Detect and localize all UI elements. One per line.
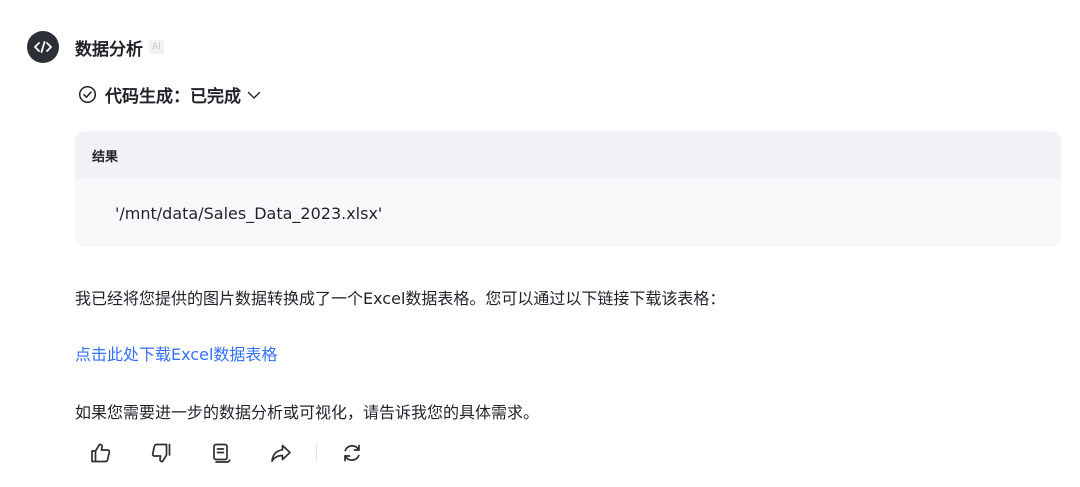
copy-icon[interactable] [208,440,234,466]
message-actions [88,440,365,466]
chevron-down-icon[interactable] [247,90,261,100]
ai-badge: AI [149,40,164,54]
result-value: '/mnt/data/Sales_Data_2023.xlsx' [115,204,383,223]
share-icon[interactable] [268,440,294,466]
status-label: 代码生成：已完成 [105,87,241,107]
download-link[interactable]: 点击此处下载Excel数据表格 [75,341,277,365]
check-circle-icon [78,85,97,104]
actions-divider [316,444,317,462]
code-generation-status[interactable]: 代码生成：已完成 [78,82,261,107]
message-paragraph-followup: 如果您需要进一步的数据分析或可视化，请告诉我您的具体需求。 [75,403,540,422]
assistant-avatar [27,31,59,63]
result-title: 结果 [75,131,1061,179]
assistant-name: 数据分析 [75,39,143,60]
message-paragraph: 我已经将您提供的图片数据转换成了一个Excel数据表格。您可以通过以下链接下载该… [75,289,726,308]
regenerate-icon[interactable] [339,440,365,466]
thumbs-up-icon[interactable] [88,440,114,466]
result-card: 结果 '/mnt/data/Sales_Data_2023.xlsx' [75,131,1061,247]
code-icon [34,41,52,53]
chat-message: 数据分析 AI 代码生成：已完成 结果 '/mnt/data/Sales_Dat… [0,0,1080,487]
thumbs-down-icon[interactable] [148,440,174,466]
message-header: 数据分析 AI [27,31,164,63]
